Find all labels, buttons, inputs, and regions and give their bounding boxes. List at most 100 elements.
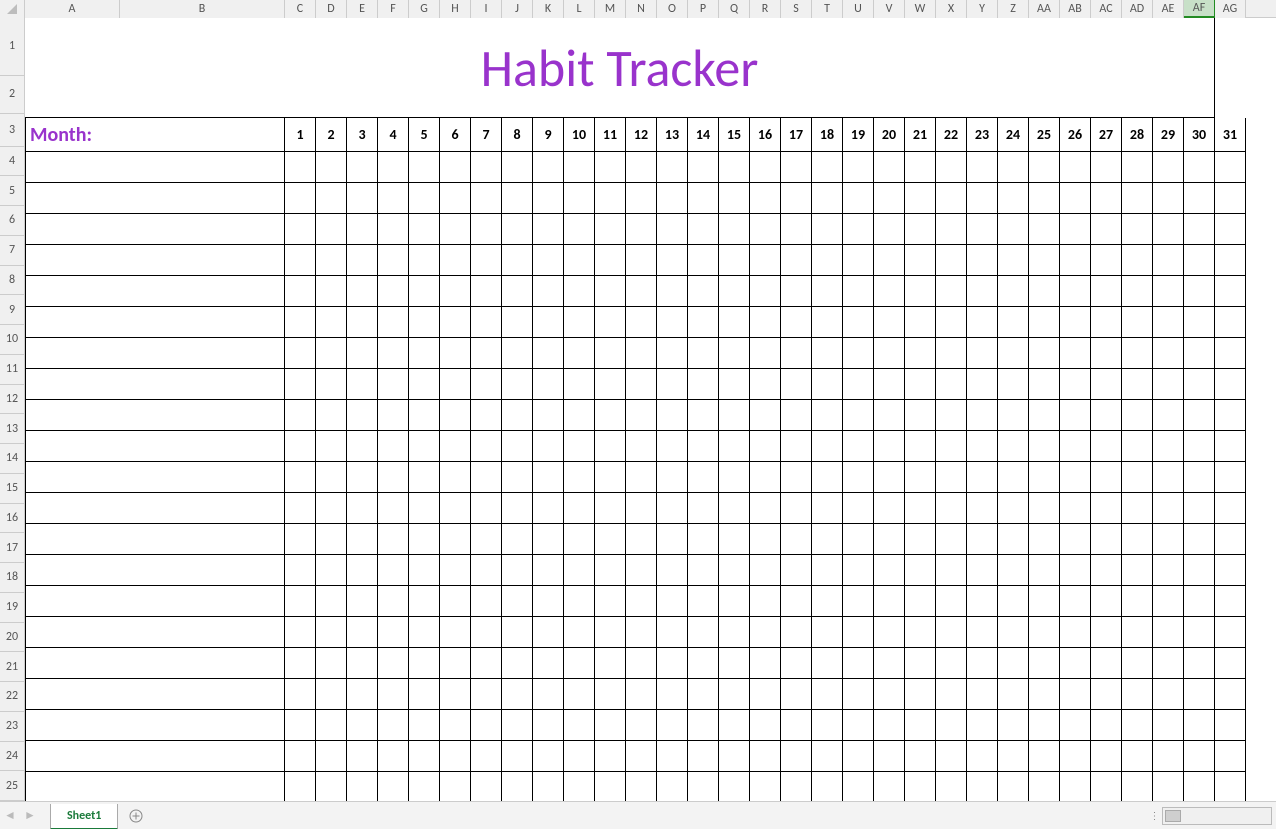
habit-cell-r13-d5[interactable] — [409, 431, 440, 462]
habit-cell-r10-d21[interactable] — [905, 338, 936, 369]
habit-cell-r18-d25[interactable] — [1029, 586, 1060, 617]
habit-cell-r21-d9[interactable] — [533, 679, 564, 710]
habit-cell-r8-d16[interactable] — [750, 276, 781, 307]
column-header-T[interactable]: T — [812, 0, 843, 18]
select-all-corner[interactable] — [0, 0, 25, 18]
day-header-3[interactable]: 3 — [347, 118, 378, 152]
habit-cell-r13-d11[interactable] — [595, 431, 626, 462]
habit-cell-r21-d13[interactable] — [657, 679, 688, 710]
habit-cell-r14-d30[interactable] — [1184, 462, 1215, 493]
habit-cell-r6-d3[interactable] — [347, 214, 378, 245]
habit-cell-r7-d17[interactable] — [781, 245, 812, 276]
habit-cell-r8-d27[interactable] — [1091, 276, 1122, 307]
habit-cell-r18-d23[interactable] — [967, 586, 998, 617]
habit-cell-r4-d26[interactable] — [1060, 152, 1091, 183]
habit-cell-r24-d8[interactable] — [502, 772, 533, 801]
habit-cell-r23-d1[interactable] — [285, 741, 316, 772]
habit-cell-r9-d4[interactable] — [378, 307, 409, 338]
habit-cell-r23-d25[interactable] — [1029, 741, 1060, 772]
habit-cell-r9-d14[interactable] — [688, 307, 719, 338]
habit-cell-r12-d19[interactable] — [843, 400, 874, 431]
habit-cell-r24-d7[interactable] — [471, 772, 502, 801]
habit-cell-r15-d2[interactable] — [316, 493, 347, 524]
habit-cell-r22-d24[interactable] — [998, 710, 1029, 741]
habit-cell-r24-d31[interactable] — [1215, 772, 1246, 801]
habit-cell-r15-d19[interactable] — [843, 493, 874, 524]
habit-cell-r10-d2[interactable] — [316, 338, 347, 369]
habit-cell-r5-d3[interactable] — [347, 183, 378, 214]
habit-cell-r11-d7[interactable] — [471, 369, 502, 400]
habit-cell-r15-d13[interactable] — [657, 493, 688, 524]
habit-name-cell-r4[interactable] — [25, 152, 285, 183]
day-header-19[interactable]: 19 — [843, 118, 874, 152]
habit-cell-r22-d8[interactable] — [502, 710, 533, 741]
habit-cell-r8-d17[interactable] — [781, 276, 812, 307]
habit-cell-r14-d31[interactable] — [1215, 462, 1246, 493]
habit-cell-r24-d18[interactable] — [812, 772, 843, 801]
habit-cell-r7-d6[interactable] — [440, 245, 471, 276]
habit-cell-r14-d22[interactable] — [936, 462, 967, 493]
habit-cell-r7-d20[interactable] — [874, 245, 905, 276]
habit-cell-r7-d10[interactable] — [564, 245, 595, 276]
habit-cell-r4-d5[interactable] — [409, 152, 440, 183]
habit-cell-r10-d27[interactable] — [1091, 338, 1122, 369]
habit-cell-r9-d17[interactable] — [781, 307, 812, 338]
habit-cell-r11-d21[interactable] — [905, 369, 936, 400]
habit-cell-r15-d7[interactable] — [471, 493, 502, 524]
habit-cell-r6-d12[interactable] — [626, 214, 657, 245]
habit-cell-r11-d22[interactable] — [936, 369, 967, 400]
habit-cell-r17-d19[interactable] — [843, 555, 874, 586]
column-header-P[interactable]: P — [688, 0, 719, 18]
habit-cell-r15-d4[interactable] — [378, 493, 409, 524]
habit-cell-r12-d31[interactable] — [1215, 400, 1246, 431]
habit-cell-r24-d21[interactable] — [905, 772, 936, 801]
habit-cell-r23-d20[interactable] — [874, 741, 905, 772]
habit-cell-r21-d4[interactable] — [378, 679, 409, 710]
habit-cell-r8-d2[interactable] — [316, 276, 347, 307]
habit-cell-r19-d18[interactable] — [812, 617, 843, 648]
habit-cell-r14-d8[interactable] — [502, 462, 533, 493]
habit-cell-r9-d5[interactable] — [409, 307, 440, 338]
habit-cell-r19-d30[interactable] — [1184, 617, 1215, 648]
habit-cell-r8-d23[interactable] — [967, 276, 998, 307]
day-header-9[interactable]: 9 — [533, 118, 564, 152]
habit-cell-r5-d29[interactable] — [1153, 183, 1184, 214]
habit-cell-r19-d15[interactable] — [719, 617, 750, 648]
habit-cell-r21-d7[interactable] — [471, 679, 502, 710]
habit-cell-r14-d4[interactable] — [378, 462, 409, 493]
habit-cell-r18-d16[interactable] — [750, 586, 781, 617]
column-header-N[interactable]: N — [626, 0, 657, 18]
habit-cell-r5-d2[interactable] — [316, 183, 347, 214]
day-header-4[interactable]: 4 — [378, 118, 409, 152]
habit-cell-r7-d5[interactable] — [409, 245, 440, 276]
habit-cell-r9-d3[interactable] — [347, 307, 378, 338]
habit-cell-r16-d4[interactable] — [378, 524, 409, 555]
habit-cell-r9-d10[interactable] — [564, 307, 595, 338]
habit-cell-r6-d14[interactable] — [688, 214, 719, 245]
habit-cell-r10-d28[interactable] — [1122, 338, 1153, 369]
habit-cell-r5-d8[interactable] — [502, 183, 533, 214]
habit-cell-r18-d13[interactable] — [657, 586, 688, 617]
habit-name-cell-r10[interactable] — [25, 338, 285, 369]
habit-cell-r8-d18[interactable] — [812, 276, 843, 307]
habit-cell-r19-d20[interactable] — [874, 617, 905, 648]
habit-cell-r18-d26[interactable] — [1060, 586, 1091, 617]
habit-cell-r13-d28[interactable] — [1122, 431, 1153, 462]
row-header-19[interactable]: 19 — [0, 593, 24, 623]
habit-name-cell-r21[interactable] — [25, 679, 285, 710]
habit-cell-r22-d2[interactable] — [316, 710, 347, 741]
habit-cell-r4-d31[interactable] — [1215, 152, 1246, 183]
habit-cell-r10-d19[interactable] — [843, 338, 874, 369]
habit-cell-r15-d29[interactable] — [1153, 493, 1184, 524]
habit-cell-r13-d8[interactable] — [502, 431, 533, 462]
habit-cell-r21-d29[interactable] — [1153, 679, 1184, 710]
habit-cell-r17-d29[interactable] — [1153, 555, 1184, 586]
habit-cell-r6-d17[interactable] — [781, 214, 812, 245]
habit-cell-r6-d28[interactable] — [1122, 214, 1153, 245]
habit-cell-r19-d7[interactable] — [471, 617, 502, 648]
habit-cell-r7-d31[interactable] — [1215, 245, 1246, 276]
habit-cell-r22-d26[interactable] — [1060, 710, 1091, 741]
habit-cell-r7-d21[interactable] — [905, 245, 936, 276]
habit-cell-r13-d21[interactable] — [905, 431, 936, 462]
habit-cell-r18-d30[interactable] — [1184, 586, 1215, 617]
